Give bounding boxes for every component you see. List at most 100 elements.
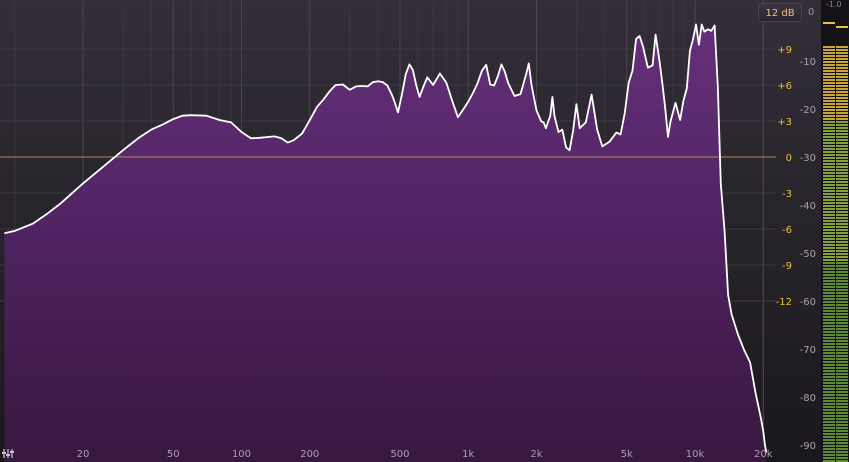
meter-segment: [823, 271, 835, 273]
meter-segment: [823, 436, 835, 438]
meter-segment: [823, 181, 835, 183]
meter-segment: [823, 55, 835, 57]
meter-segment: [823, 136, 835, 138]
meter-segment: [836, 361, 848, 363]
meter-segment: [836, 391, 848, 393]
meter-segment: [823, 283, 835, 285]
meter-segment: [836, 46, 848, 48]
meter-segment: [836, 346, 848, 348]
meter-segment: [823, 166, 835, 168]
meter-segment: [823, 52, 835, 54]
meter-segment: [836, 277, 848, 279]
meter-segment: [836, 76, 848, 78]
level-label--70: -70: [800, 345, 816, 356]
meter-segment: [836, 340, 848, 342]
meter-segment: [823, 202, 835, 204]
meter-segment: [836, 289, 848, 291]
meter-segment: [836, 154, 848, 156]
meter-segment: [836, 382, 848, 384]
meter-segment: [836, 238, 848, 240]
meter-segment: [823, 235, 835, 237]
meter-segment: [823, 358, 835, 360]
meter-segment: [823, 451, 835, 453]
meter-segment: [836, 397, 848, 399]
freq-label-200: 200: [300, 449, 319, 460]
meter-segment: [836, 58, 848, 60]
menu-icon[interactable]: [2, 448, 14, 459]
level-label--40: -40: [800, 201, 816, 212]
meter-segment: [836, 205, 848, 207]
meter-segment: [823, 388, 835, 390]
freq-label-100: 100: [232, 449, 251, 460]
meter-segment: [823, 379, 835, 381]
meter-segment: [836, 64, 848, 66]
meter-segment: [823, 238, 835, 240]
meter-segment: [836, 385, 848, 387]
meter-segment: [836, 250, 848, 252]
eq-label--9: -9: [782, 261, 792, 272]
meter-segment: [823, 205, 835, 207]
meter-segment: [823, 355, 835, 357]
meter-segment: [823, 433, 835, 435]
meter-segment: [836, 163, 848, 165]
meter-segment: [823, 385, 835, 387]
meter-segment: [823, 268, 835, 270]
meter-segment: [836, 352, 848, 354]
meter-segment: [823, 241, 835, 243]
meter-segment: [823, 139, 835, 141]
meter-segment: [836, 307, 848, 309]
meter-segment: [823, 94, 835, 96]
meter-segment: [836, 406, 848, 408]
level-label--50: -50: [800, 249, 816, 260]
meter-segment: [836, 217, 848, 219]
meter-segment: [823, 115, 835, 117]
meter-segment: [823, 328, 835, 330]
meter-segment: [836, 304, 848, 306]
meter-segment: [823, 262, 835, 264]
meter-segment: [823, 445, 835, 447]
meter-segment: [836, 394, 848, 396]
meter-segment: [823, 421, 835, 423]
meter-segment: [836, 67, 848, 69]
meter-segment: [823, 124, 835, 126]
meter-segment: [836, 85, 848, 87]
meter-segment: [823, 352, 835, 354]
meter-segment: [823, 361, 835, 363]
meter-segment: [823, 91, 835, 93]
meter-segment: [823, 118, 835, 120]
meter-segment: [823, 121, 835, 123]
eq-label--12: -12: [776, 297, 792, 308]
meter-segment: [823, 418, 835, 420]
meter-segment: [836, 166, 848, 168]
meter-segment: [836, 247, 848, 249]
meter-segment: [823, 208, 835, 210]
meter-segment: [823, 199, 835, 201]
meter-segment: [823, 331, 835, 333]
meter-segment: [836, 172, 848, 174]
meter-segment: [823, 289, 835, 291]
meter-segment: [836, 328, 848, 330]
meter-segment: [823, 340, 835, 342]
meter-segment: [823, 82, 835, 84]
meter-segment: [823, 322, 835, 324]
freq-label-5k: 5k: [621, 449, 633, 460]
meter-segment: [836, 322, 848, 324]
meter-segment: [823, 157, 835, 159]
meter-segment: [836, 409, 848, 411]
meter-segment: [823, 301, 835, 303]
eq-label--3: -3: [782, 189, 792, 200]
range-button[interactable]: 12 dB: [758, 3, 802, 22]
meter-segment: [836, 109, 848, 111]
meter-segment: [836, 100, 848, 102]
meter-segment: [823, 370, 835, 372]
meter-segment: [836, 196, 848, 198]
spectrum-analyzer[interactable]: 20 50 100 200 500 1k 2k 5k 10k 20k +9+6+30-3-6-9-…: [0, 0, 849, 462]
meter-segment: [823, 97, 835, 99]
meter-segment: [823, 220, 835, 222]
level-label--60: -60: [800, 297, 816, 308]
meter-segment: [836, 169, 848, 171]
meter-segment: [836, 259, 848, 261]
meter-segment: [823, 106, 835, 108]
meter-segment: [836, 298, 848, 300]
meter-segment: [823, 310, 835, 312]
